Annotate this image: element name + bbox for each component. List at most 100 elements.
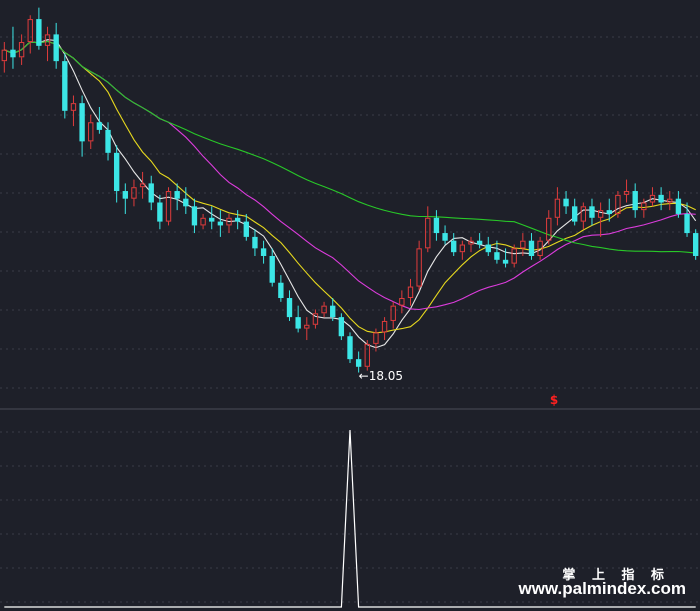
candle-body (330, 305, 336, 318)
candle-body (667, 198, 673, 203)
candle-body (36, 19, 42, 46)
candle-body (615, 194, 621, 214)
candle (563, 191, 569, 214)
candle-body (278, 282, 284, 299)
candle-body (10, 49, 16, 58)
candle (321, 301, 327, 318)
candle (347, 332, 353, 363)
candle (649, 187, 656, 207)
candle (693, 229, 699, 260)
candle (425, 206, 431, 253)
candle (433, 210, 440, 241)
candle (252, 229, 258, 256)
candle (113, 145, 120, 203)
candle (485, 236, 491, 256)
candle-body (373, 332, 379, 344)
candle (139, 171, 146, 199)
candle-body (606, 210, 612, 214)
candle-body (632, 191, 638, 211)
candle-body (563, 198, 569, 207)
candle-body (476, 240, 483, 245)
candle-body (693, 233, 699, 256)
candle (476, 233, 483, 249)
candle-body (355, 359, 362, 367)
candle-body (641, 202, 647, 211)
candle-body (295, 317, 301, 329)
candle (338, 313, 345, 341)
moving-average-lines (4, 39, 697, 349)
candle-body (580, 206, 587, 222)
candle (200, 213, 206, 230)
candle (62, 53, 68, 119)
candle (623, 179, 630, 203)
candle-body (165, 191, 172, 222)
candle (572, 198, 578, 226)
kline-chart: ←18.05 $ (0, 7, 700, 608)
candle-body (1, 49, 7, 62)
candle (10, 26, 16, 69)
candle-body (243, 221, 249, 237)
candle (1, 42, 7, 73)
candle-body (200, 217, 206, 226)
candle-body (62, 61, 68, 111)
candle-body (234, 217, 241, 222)
candle (407, 278, 414, 306)
candle (528, 233, 535, 260)
candle (209, 206, 215, 230)
candle-body (485, 244, 491, 253)
candle-body (520, 240, 526, 249)
candle (381, 317, 388, 341)
candle (304, 317, 310, 341)
candle (260, 240, 267, 264)
candle (226, 213, 232, 234)
candle-body (433, 217, 440, 234)
ma-line-10 (4, 40, 696, 334)
candle-body (554, 198, 561, 218)
candle (364, 340, 370, 371)
candle-body (27, 19, 33, 43)
candle (675, 191, 682, 218)
candle-body (79, 103, 85, 142)
candle-body (416, 248, 422, 287)
candle-body (70, 103, 77, 111)
candle-body (338, 317, 345, 337)
candle-body (658, 194, 664, 203)
candle (217, 210, 224, 237)
candle-body (174, 191, 180, 199)
candle (589, 198, 595, 226)
signal-marker: $ (550, 393, 558, 407)
candle-body (157, 202, 163, 222)
candle (597, 202, 604, 237)
candle-body (459, 244, 466, 253)
candle (27, 15, 33, 54)
candle (96, 106, 103, 134)
candle (234, 210, 241, 230)
candle-body (407, 286, 414, 299)
candle (36, 7, 42, 50)
ma-line-5 (4, 39, 697, 349)
candle (632, 183, 638, 218)
candle-body (572, 206, 578, 222)
candle-body (347, 336, 353, 360)
candle (122, 183, 128, 214)
candle-body (684, 213, 690, 234)
candle-body (502, 259, 509, 264)
candle (148, 175, 154, 211)
candle-body (390, 305, 396, 321)
watermark-url: www.palmindex.com (518, 579, 686, 598)
candle-body (286, 298, 293, 318)
candle-body (442, 233, 448, 241)
candle-body (381, 320, 388, 333)
candle-body (209, 217, 215, 222)
candle (157, 194, 163, 230)
candle (191, 198, 198, 234)
candle-body (589, 206, 595, 218)
candle (88, 114, 94, 150)
candle-body (528, 240, 535, 256)
candle (416, 240, 422, 291)
candle-body (88, 122, 94, 142)
ma-line-20 (4, 40, 696, 311)
candle (269, 248, 275, 287)
candle-body (191, 206, 198, 226)
candle (70, 95, 77, 127)
